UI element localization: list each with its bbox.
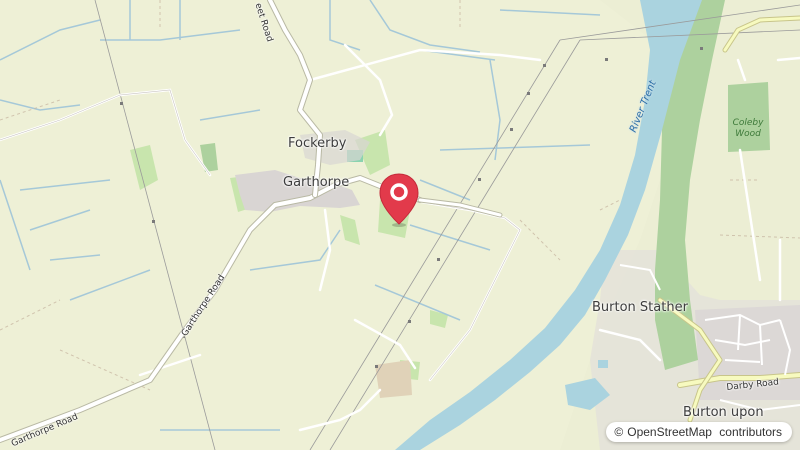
place-label-garthorpe: Garthorpe [283,175,350,190]
map-canvas[interactable]: eet Road Fockerby Garthorpe Garthorpe Ro… [0,0,800,450]
map-pin-icon [379,173,419,227]
map-attribution: © OpenStreetMap contributors [606,422,792,442]
wood-label-coleby: Coleby Wood [728,118,768,140]
copyright-symbol: © [614,425,624,439]
place-label-burton-stather: Burton Stather [592,300,688,315]
attribution-suffix: contributors [715,425,782,439]
place-label-fockerby: Fockerby [288,136,347,151]
location-marker[interactable] [377,172,421,228]
place-label-burton-upon: Burton upon [683,405,764,420]
wood-label-line-1: Coleby [732,118,764,128]
wood-label-line-2: Wood [735,129,761,139]
attribution-link[interactable]: OpenStreetMap [627,425,712,439]
